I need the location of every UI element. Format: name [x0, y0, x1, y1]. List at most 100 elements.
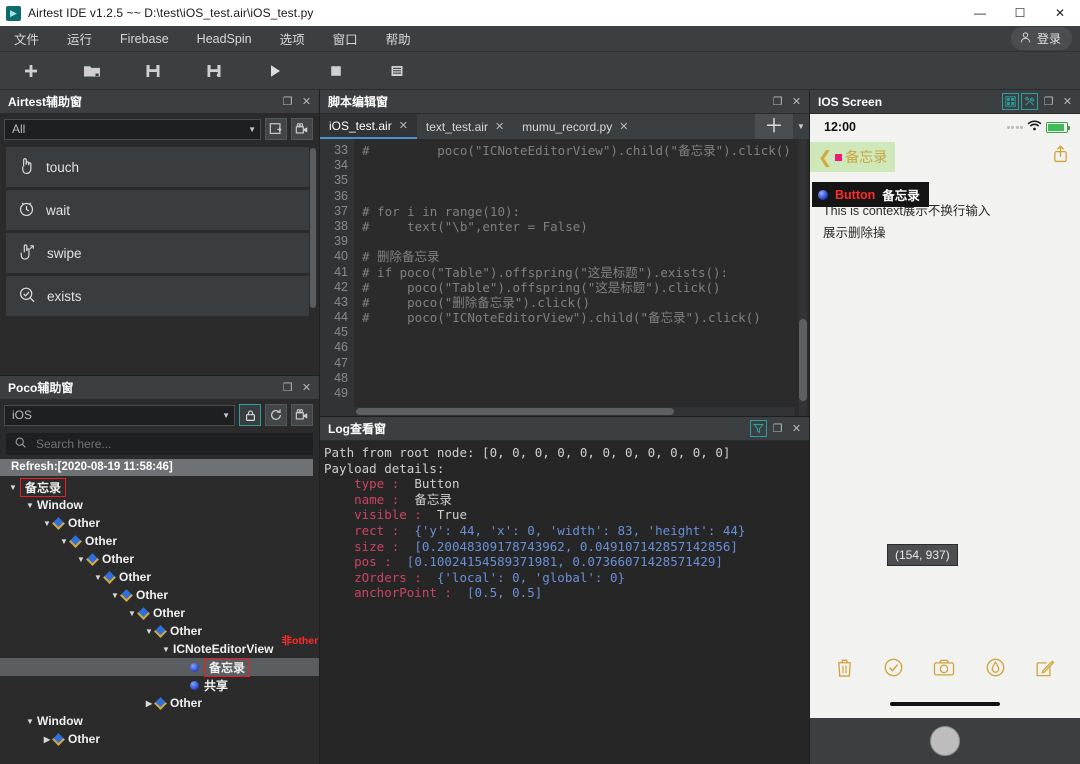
close-icon[interactable]: ✕ — [788, 93, 805, 110]
close-tab-icon[interactable]: ✕ — [495, 120, 504, 133]
expand-arrow-down-icon[interactable]: ▼ — [6, 483, 20, 492]
editor-tab[interactable]: mumu_record.py✕ — [513, 114, 637, 139]
node-dot-icon — [818, 190, 828, 200]
home-button[interactable] — [930, 726, 960, 756]
device-screen-mirror[interactable]: 12:00 ❮ 备忘录 — [810, 114, 1080, 718]
action-swipe[interactable]: swipe — [6, 233, 309, 273]
tree-node[interactable]: ▼Other — [0, 514, 319, 532]
menu-file[interactable]: 文件 — [0, 25, 53, 52]
log-line: zOrders : {'local': 0, 'global': 0} — [324, 570, 809, 586]
menu-options[interactable]: 选项 — [266, 25, 319, 52]
action-exists[interactable]: exists — [6, 276, 309, 316]
code-line — [362, 386, 809, 401]
tree-node[interactable]: ▼Other — [0, 568, 319, 586]
poco-search-row[interactable] — [6, 433, 313, 455]
new-button[interactable] — [0, 52, 61, 90]
line-number: 48 — [320, 371, 348, 386]
menu-headspin[interactable]: HeadSpin — [183, 28, 266, 50]
expand-arrow-down-icon[interactable]: ▼ — [159, 645, 173, 654]
filter-icon[interactable] — [750, 420, 767, 437]
maximize-button[interactable]: ☐ — [1000, 0, 1040, 26]
open-button[interactable] — [61, 52, 122, 90]
tree-node[interactable]: ▼Other — [0, 586, 319, 604]
code-horizontal-scrollbar[interactable] — [356, 408, 674, 415]
close-icon[interactable]: ✕ — [298, 93, 315, 110]
expand-arrow-down-icon[interactable]: ▼ — [23, 717, 37, 726]
log-value: 备忘录 — [407, 492, 452, 507]
code-text[interactable]: # poco("ICNoteEditorView").child("备忘录").… — [354, 139, 809, 416]
menu-firebase[interactable]: Firebase — [106, 28, 183, 50]
notes-bottom-toolbar — [810, 647, 1080, 691]
tree-node[interactable]: ▼备忘录 — [0, 478, 319, 496]
trash-icon[interactable] — [835, 657, 854, 681]
log-panel-title: Log查看窗 — [328, 420, 386, 437]
login-button[interactable]: 登录 — [1011, 27, 1072, 50]
tree-node[interactable]: ▼Window — [0, 712, 319, 730]
close-button[interactable]: ✕ — [1040, 0, 1080, 26]
menu-window[interactable]: 窗口 — [319, 25, 372, 52]
tree-node[interactable]: ▼Window — [0, 496, 319, 514]
airtest-list-scrollbar[interactable] — [310, 148, 316, 308]
float-icon[interactable]: ❐ — [1040, 93, 1057, 110]
search-input[interactable] — [34, 436, 313, 452]
action-touch[interactable]: touch — [6, 147, 309, 187]
float-icon[interactable]: ❐ — [279, 379, 296, 396]
add-tab-dropdown-icon[interactable]: ▼ — [793, 114, 809, 139]
tree-node-label: Other — [170, 696, 202, 710]
tree-node[interactable]: ▶Other — [0, 730, 319, 748]
close-tab-icon[interactable]: ✕ — [619, 120, 628, 133]
add-tab-button[interactable]: ＋ — [755, 114, 793, 139]
close-icon[interactable]: ✕ — [788, 420, 805, 437]
lock-button[interactable] — [239, 404, 261, 426]
float-icon[interactable]: ❐ — [769, 420, 786, 437]
menu-help[interactable]: 帮助 — [372, 25, 425, 52]
pen-circle-icon[interactable] — [985, 657, 1006, 681]
float-icon[interactable]: ❐ — [279, 93, 296, 110]
tree-node[interactable]: ▼Other — [0, 622, 319, 640]
save-as-button[interactable] — [183, 52, 244, 90]
code-editor[interactable]: 3334353637383940414243444546474849 # poc… — [320, 139, 809, 416]
record-button[interactable] — [291, 118, 313, 140]
tree-node[interactable]: ▶Other — [0, 694, 319, 712]
float-icon[interactable]: ❐ — [769, 93, 786, 110]
log-value: [0.10024154589371981, 0.0736607142857142… — [399, 554, 723, 569]
close-icon[interactable]: ✕ — [1059, 93, 1076, 110]
log-line: visible : True — [324, 507, 809, 523]
stop-button[interactable] — [305, 52, 366, 90]
tree-node[interactable]: ▼Other — [0, 532, 319, 550]
menu-run[interactable]: 运行 — [53, 25, 106, 52]
home-indicator — [890, 702, 1000, 706]
grid-icon[interactable] — [1002, 93, 1019, 110]
back-button-highlight[interactable]: ❮ 备忘录 — [810, 142, 895, 172]
line-number: 37 — [320, 204, 348, 219]
airtest-filter-select[interactable]: All ▼ — [4, 119, 261, 140]
action-wait[interactable]: wait — [6, 190, 309, 230]
poco-device-select[interactable]: iOS ▼ — [4, 405, 235, 426]
save-button[interactable] — [122, 52, 183, 90]
tree-node[interactable]: 备忘录 — [0, 658, 319, 676]
snapshot-button[interactable] — [265, 118, 287, 140]
tools-icon[interactable] — [1021, 93, 1038, 110]
close-icon[interactable]: ✕ — [298, 379, 315, 396]
refresh-button[interactable] — [265, 404, 287, 426]
minimize-button[interactable]: — — [960, 0, 1000, 26]
action-label: swipe — [47, 246, 82, 261]
code-line — [362, 356, 809, 371]
menu-bar: 文件 运行 Firebase HeadSpin 选项 窗口 帮助 登录 — [0, 26, 1080, 52]
check-circle-icon[interactable] — [883, 657, 904, 681]
tree-node[interactable]: ▼Other — [0, 550, 319, 568]
tree-node[interactable]: ▼ICNoteEditorView非other节点 — [0, 640, 319, 658]
run-button[interactable] — [244, 52, 305, 90]
report-button[interactable] — [366, 52, 427, 90]
close-tab-icon[interactable]: ✕ — [399, 119, 408, 132]
compose-icon[interactable] — [1035, 658, 1055, 681]
code-vertical-scrollbar[interactable] — [799, 319, 807, 401]
camera-icon[interactable] — [933, 658, 955, 680]
tree-node[interactable]: ▼Other — [0, 604, 319, 622]
record-button[interactable] — [291, 404, 313, 426]
expand-arrow-down-icon[interactable]: ▼ — [23, 501, 37, 510]
editor-tab[interactable]: text_test.air✕ — [417, 114, 513, 139]
tree-node[interactable]: 共享 — [0, 676, 319, 694]
share-icon[interactable] — [1052, 144, 1069, 166]
editor-tab[interactable]: iOS_test.air✕ — [320, 114, 417, 139]
